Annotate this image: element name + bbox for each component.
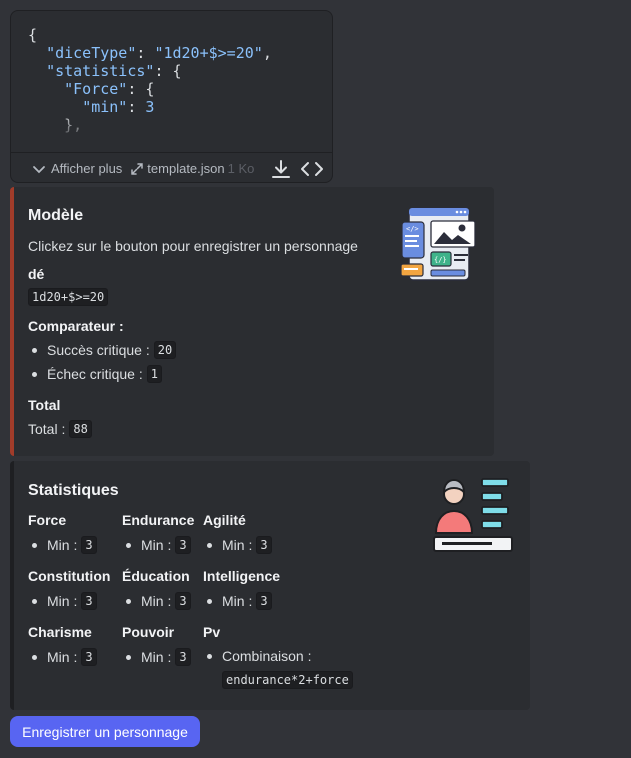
stat-field-name: Éducation [122,568,190,584]
code-token: "1d20+$>=20" [154,44,263,62]
code-token: "Force" [64,80,128,98]
stat-field-name: Intelligence [203,568,281,584]
stat-field-name: Charisme [28,624,92,640]
template-illustration-icon: </> {/} [400,207,476,281]
stat-field-name: Constitution [28,568,111,584]
list-item: Combinaison : [203,648,312,664]
svg-text:{/}: {/} [434,256,447,264]
file-size: 1 Ko [227,161,255,176]
stat-value: 3 [81,648,97,666]
stat-line-label: Combinaison : [222,648,312,664]
embed-description: Clickez sur le bouton pour enregistrer u… [28,238,358,254]
stat-value: 3 [256,536,272,554]
stat-line-label: Min : [47,593,78,609]
svg-text:</>: </> [406,225,419,233]
list-item: Min :3 [203,536,272,554]
critical-fail-value: 1 [146,365,162,383]
model-embed: Modèle Clickez sur le bouton pour enregi… [10,187,494,456]
code-preview-footer: Afficher plus template.json 1 Ko [11,152,332,182]
code-token: : { [154,62,182,80]
dice-field-name: dé [28,266,45,282]
stat-line-label: Min : [141,649,172,665]
chevron-down-icon [31,161,47,177]
code-token: : [136,44,155,62]
code-line: "Force": { [28,80,332,98]
view-code-icon[interactable] [300,158,324,180]
stat-line-label: Min : [141,593,172,609]
code-file-preview: { "diceType": "1d20+$>=20", "statistics"… [10,10,333,183]
stat-line-label: Min : [222,537,253,553]
stat-field-name: Pv [203,624,221,640]
list-item: Min :3 [122,536,191,554]
stat-line-label: Min : [47,649,78,665]
list-item: Min :3 [28,648,97,666]
stat-field-name: Pouvoir [122,624,175,640]
list-item: Min :3 [28,592,97,610]
total-field-name: Total [28,397,61,413]
download-icon[interactable] [270,158,292,180]
list-item: Échec critique : 1 [28,365,162,383]
stat-value: 3 [81,592,97,610]
character-profile-icon [433,478,513,552]
list-item: Min :3 [122,648,191,666]
expand-arrows-icon [130,162,144,176]
code-line: "diceType": "1d20+$>=20", [28,44,332,62]
comparator-field-name: Comparateur : [28,318,124,334]
stat-value: endurance*2+force [222,671,353,689]
stat-field-name: Agilité [203,512,246,528]
critical-success-value: 20 [153,341,177,359]
list-item: Succès critique : 20 [28,341,177,359]
stat-value: 3 [256,592,272,610]
file-name[interactable]: template.json [147,161,224,176]
show-more-label: Afficher plus [51,161,123,176]
code-token: "statistics" [46,62,155,80]
list-item: Min :3 [28,536,97,554]
code-token: { [28,26,38,44]
code-token: "diceType" [46,44,137,62]
stat-line-label: Min : [141,537,172,553]
embed-title: Statistiques [28,482,119,499]
statistics-embed: Statistiques Force Min :3 Endurance Min :3A… [10,461,530,710]
code-token: : { [127,80,155,98]
stat-line-label: Min : [47,537,78,553]
critical-success-label: Succès critique : [47,342,150,358]
code-token: , [262,44,272,62]
stat-value: 3 [175,592,191,610]
embed-title: Modèle [28,207,84,224]
critical-fail-label: Échec critique : [47,366,143,382]
stat-value: 3 [175,648,191,666]
stat-line-label: Min : [222,593,253,609]
list-item: Min :3 [122,592,191,610]
total-value: 88 [69,420,92,438]
stat-value: 3 [81,536,97,554]
total-line-label: Total : [28,421,66,437]
dice-field-value: 1d20+$>=20 [28,288,109,306]
show-more-button[interactable]: Afficher plus [31,161,122,177]
code-line: "statistics": { [28,62,332,80]
stat-value: 3 [175,536,191,554]
file-info: template.json 1 Ko [130,161,254,176]
register-character-button[interactable]: Enregistrer un personnage [10,716,200,747]
code-line: { [28,26,332,44]
list-item: Min :3 [203,592,272,610]
stat-field-name: Force [28,512,67,528]
stat-field-name: Endurance [122,512,195,528]
